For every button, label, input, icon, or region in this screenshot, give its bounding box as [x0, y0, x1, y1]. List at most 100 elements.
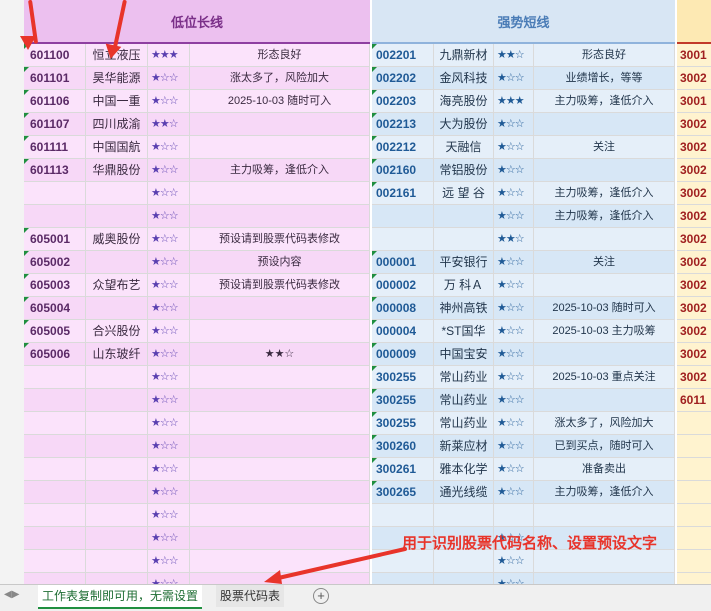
mid-name-cell[interactable]	[434, 573, 494, 584]
left-name-cell[interactable]	[86, 297, 148, 320]
mid-name-cell[interactable]: 大为股份	[434, 113, 494, 136]
left-name-cell[interactable]: 威奥股份	[86, 228, 148, 251]
left-code-cell[interactable]	[24, 527, 86, 550]
left-name-cell[interactable]: 四川成渝	[86, 113, 148, 136]
mid-rating-cell[interactable]: ★☆☆	[494, 550, 534, 573]
mid-name-cell[interactable]: 海亮股份	[434, 90, 494, 113]
mid-note-cell[interactable]: 主力吸筹，逢低介入	[534, 182, 675, 205]
mid-name-cell[interactable]	[434, 205, 494, 228]
left-rating-cell[interactable]: ★☆☆	[148, 67, 190, 90]
mid-rating-cell[interactable]: ★☆☆	[494, 274, 534, 297]
left-note-cell[interactable]: 涨太多了，风险加大	[190, 67, 370, 90]
left-rating-cell[interactable]: ★☆☆	[148, 136, 190, 159]
mid-rating-cell[interactable]: ★☆☆	[494, 182, 534, 205]
mid-rating-cell[interactable]	[494, 504, 534, 527]
left-note-cell[interactable]	[190, 412, 370, 435]
mid-name-cell[interactable]: 常山药业	[434, 389, 494, 412]
left-code-cell[interactable]	[24, 412, 86, 435]
left-code-cell[interactable]: 605002	[24, 251, 86, 274]
left-rating-cell[interactable]: ★☆☆	[148, 550, 190, 573]
right-code-cell[interactable]: 3001	[677, 44, 711, 67]
mid-name-cell[interactable]: 通光线缆	[434, 481, 494, 504]
left-name-cell[interactable]	[86, 366, 148, 389]
left-name-cell[interactable]	[86, 389, 148, 412]
mid-rating-cell[interactable]: ★★★	[494, 90, 534, 113]
left-code-cell[interactable]	[24, 458, 86, 481]
mid-note-cell[interactable]: 涨太多了，风险加大	[534, 412, 675, 435]
mid-name-cell[interactable]: 金风科技	[434, 67, 494, 90]
left-code-cell[interactable]: 605001	[24, 228, 86, 251]
mid-note-cell[interactable]: 业绩增长，等等	[534, 67, 675, 90]
right-code-cell[interactable]	[677, 458, 711, 481]
mid-name-cell[interactable]: 九鼎新材	[434, 44, 494, 67]
mid-rating-cell[interactable]: ★☆☆	[494, 251, 534, 274]
left-rating-cell[interactable]: ★☆☆	[148, 205, 190, 228]
left-name-cell[interactable]: 昊华能源	[86, 67, 148, 90]
left-code-cell[interactable]: 601106	[24, 90, 86, 113]
right-code-cell[interactable]: 3002	[677, 320, 711, 343]
mid-name-cell[interactable]: 常铝股份	[434, 159, 494, 182]
left-name-cell[interactable]	[86, 527, 148, 550]
mid-rating-cell[interactable]: ★☆☆	[494, 136, 534, 159]
left-name-cell[interactable]	[86, 573, 148, 584]
left-rating-cell[interactable]: ★☆☆	[148, 297, 190, 320]
mid-rating-cell[interactable]: ★☆☆	[494, 113, 534, 136]
mid-note-cell[interactable]: 2025-10-03 重点关注	[534, 366, 675, 389]
left-note-cell[interactable]: 主力吸筹，逢低介入	[190, 159, 370, 182]
mid-code-cell[interactable]: 002202	[372, 67, 434, 90]
left-rating-cell[interactable]: ★☆☆	[148, 159, 190, 182]
mid-code-cell[interactable]: 000008	[372, 297, 434, 320]
mid-note-cell[interactable]: 主力吸筹，逢低介入	[534, 481, 675, 504]
mid-note-cell[interactable]	[534, 343, 675, 366]
left-note-cell[interactable]	[190, 504, 370, 527]
left-rating-cell[interactable]: ★☆☆	[148, 412, 190, 435]
right-code-cell[interactable]	[677, 573, 711, 584]
left-code-cell[interactable]: 601101	[24, 67, 86, 90]
mid-rating-cell[interactable]: ★☆☆	[494, 573, 534, 584]
mid-code-cell[interactable]: 300261	[372, 458, 434, 481]
mid-name-cell[interactable]: 常山药业	[434, 366, 494, 389]
mid-note-cell[interactable]	[534, 504, 675, 527]
mid-rating-cell[interactable]: ★★☆	[494, 228, 534, 251]
mid-note-cell[interactable]: 形态良好	[534, 44, 675, 67]
mid-rating-cell[interactable]: ★☆☆	[494, 366, 534, 389]
left-code-cell[interactable]	[24, 389, 86, 412]
right-code-cell[interactable]: 3002	[677, 343, 711, 366]
mid-rating-cell[interactable]: ★☆☆	[494, 389, 534, 412]
mid-code-cell[interactable]	[372, 205, 434, 228]
mid-name-cell[interactable]: 中国宝安	[434, 343, 494, 366]
mid-name-cell[interactable]	[434, 228, 494, 251]
right-code-cell[interactable]: 3002	[677, 366, 711, 389]
left-name-cell[interactable]: 合兴股份	[86, 320, 148, 343]
left-rating-cell[interactable]: ★☆☆	[148, 366, 190, 389]
left-code-cell[interactable]: 601107	[24, 113, 86, 136]
right-code-cell[interactable]: 3002	[677, 159, 711, 182]
left-rating-cell[interactable]: ★☆☆	[148, 343, 190, 366]
mid-code-cell[interactable]: 000009	[372, 343, 434, 366]
left-rating-cell[interactable]: ★☆☆	[148, 228, 190, 251]
mid-rating-cell[interactable]: ★☆☆	[494, 412, 534, 435]
left-code-cell[interactable]: 605005	[24, 320, 86, 343]
mid-name-cell[interactable]: 常山药业	[434, 412, 494, 435]
left-rating-cell[interactable]: ★☆☆	[148, 274, 190, 297]
left-name-cell[interactable]: 华鼎股份	[86, 159, 148, 182]
left-code-cell[interactable]	[24, 550, 86, 573]
right-code-cell[interactable]: 3002	[677, 228, 711, 251]
left-name-cell[interactable]	[86, 458, 148, 481]
mid-note-cell[interactable]	[534, 113, 675, 136]
mid-note-cell[interactable]: 关注	[534, 251, 675, 274]
left-note-cell[interactable]	[190, 389, 370, 412]
left-name-cell[interactable]	[86, 412, 148, 435]
left-note-cell[interactable]	[190, 136, 370, 159]
left-rating-cell[interactable]: ★☆☆	[148, 458, 190, 481]
right-code-cell[interactable]: 3002	[677, 274, 711, 297]
left-code-cell[interactable]: 601111	[24, 136, 86, 159]
left-name-cell[interactable]	[86, 205, 148, 228]
left-note-cell[interactable]	[190, 205, 370, 228]
mid-note-cell[interactable]	[534, 274, 675, 297]
left-code-cell[interactable]	[24, 573, 86, 584]
mid-note-cell[interactable]: 2025-10-03 随时可入	[534, 297, 675, 320]
mid-code-cell[interactable]	[372, 228, 434, 251]
left-note-cell[interactable]	[190, 113, 370, 136]
left-name-cell[interactable]: 中国国航	[86, 136, 148, 159]
